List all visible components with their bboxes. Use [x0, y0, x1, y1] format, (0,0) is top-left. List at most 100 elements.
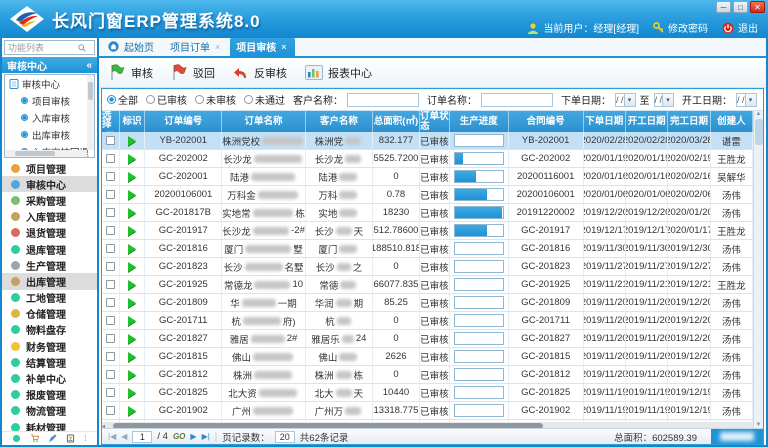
反审核-button[interactable]: 反审核	[233, 65, 287, 81]
radio-未审核[interactable]: 未审核	[195, 92, 236, 107]
row-checkbox[interactable]	[106, 298, 115, 307]
table-row[interactable]: GC-201825北大资北大天10440已审核GC-2018252019/11/…	[102, 384, 753, 402]
row-checkbox[interactable]	[106, 172, 115, 181]
报表中心-button[interactable]: 报表中心	[305, 65, 372, 81]
sidebar-panel-header[interactable]: 审核中心 «	[2, 57, 97, 73]
column-header-下单日期[interactable]: 下单日期	[584, 111, 626, 132]
sidebar-item-耗材管理[interactable]: 耗材管理	[2, 419, 97, 431]
sidebar-item-补单中心[interactable]: 补单中心	[2, 370, 97, 386]
sidebar-item-物料盘存[interactable]: 物料盘存	[2, 322, 97, 338]
column-header-订单名称[interactable]: 订单名称	[222, 111, 306, 132]
table-row[interactable]: GC-201815佛山佛山2626已审核GC-2018152019/11/202…	[102, 348, 753, 366]
sidebar-item-仓储管理[interactable]: 仓储管理	[2, 306, 97, 322]
order-date-to-picker[interactable]: / /▾	[654, 93, 675, 107]
tree-root-node[interactable]: 审核中心	[5, 75, 94, 92]
minimize-button[interactable]: ─	[716, 1, 731, 13]
tree-vertical-scrollbar[interactable]	[87, 75, 94, 150]
pen-icon[interactable]	[48, 434, 57, 443]
sidebar-item-出库管理[interactable]: 出库管理	[2, 273, 97, 289]
tab-项目审核[interactable]: 项目审核×	[230, 38, 294, 56]
sidebar-item-物流管理[interactable]: 物流管理	[2, 403, 97, 419]
sidebar-item-项目管理[interactable]: 项目管理	[2, 160, 97, 176]
tree-horizontal-scrollbar[interactable]	[5, 150, 87, 157]
vertical-scrollbar[interactable]: ▲ ▼	[753, 111, 763, 428]
驳回-button[interactable]: 驳回	[171, 64, 215, 81]
tab-项目订单[interactable]: 项目订单×	[164, 38, 228, 56]
row-checkbox[interactable]	[106, 280, 115, 289]
scroll-up-icon[interactable]: ▲	[756, 111, 762, 117]
book-icon[interactable]	[66, 434, 75, 443]
row-checkbox[interactable]	[106, 262, 115, 271]
table-row[interactable]: YB-202001株洲党校株洲党832.177已审核YB-2020012020/…	[102, 132, 753, 150]
sidebar-item-工地管理[interactable]: 工地管理	[2, 290, 97, 306]
row-checkbox[interactable]	[106, 370, 115, 379]
radio-全部[interactable]: 全部	[107, 92, 138, 107]
radio-未通过[interactable]: 未通过	[244, 92, 285, 107]
maximize-button[interactable]: □	[733, 1, 748, 13]
row-checkbox[interactable]	[106, 136, 115, 145]
change-password-link[interactable]: 修改密码	[653, 20, 708, 35]
function-search-input[interactable]	[8, 43, 78, 53]
table-row[interactable]: GC-201823长沙名墅长沙之0已审核GC-2018232019/11/272…	[102, 258, 753, 276]
radio-已审核[interactable]: 已审核	[146, 92, 187, 107]
sidebar-item-退货管理[interactable]: 退货管理	[2, 225, 97, 241]
table-row[interactable]: GC-201902广州广州万13318.775已审核GC-2019022019/…	[102, 402, 753, 420]
sidebar-item-退库管理[interactable]: 退库管理	[2, 241, 97, 257]
start-date-picker[interactable]: / /▾	[736, 93, 757, 107]
row-checkbox[interactable]	[106, 154, 115, 163]
sidebar-item-报废管理[interactable]: 报废管理	[2, 387, 97, 403]
order-name-input[interactable]	[481, 93, 553, 107]
go-button[interactable]: GO	[173, 432, 185, 441]
row-checkbox[interactable]	[106, 316, 115, 325]
审核-button[interactable]: 审核	[109, 64, 153, 81]
order-date-from-picker[interactable]: / /▾	[615, 93, 636, 107]
tab-close-icon[interactable]: ×	[281, 42, 286, 52]
table-row[interactable]: GC-202002长沙龙长沙龙65525.7200..已审核GC-2020022…	[102, 150, 753, 168]
more-icon[interactable]: ⁞	[84, 435, 86, 443]
column-header-生产进度[interactable]: 生产进度	[450, 111, 509, 132]
row-checkbox[interactable]	[106, 208, 115, 217]
row-checkbox[interactable]	[106, 406, 115, 415]
tab-起始页[interactable]: 起始页	[102, 38, 162, 56]
column-header-选择[interactable]: 选择	[102, 111, 120, 132]
row-checkbox[interactable]	[106, 190, 115, 199]
table-row[interactable]: GC-201812株洲株洲栋0已审核GC-2018122019/11/20201…	[102, 366, 753, 384]
sidebar-item-审核中心[interactable]: 审核中心	[2, 176, 97, 192]
column-header-订单编号[interactable]: 订单编号	[145, 111, 222, 132]
page-number-input[interactable]	[132, 431, 152, 443]
tree-item-入库审核[interactable]: 入库审核	[5, 109, 94, 126]
column-header-订单状态[interactable]: 订单状态	[420, 111, 450, 132]
sidebar-item-入库管理[interactable]: 入库管理	[2, 209, 97, 225]
column-header-完工日期[interactable]: 完工日期	[668, 111, 710, 132]
table-row[interactable]: 20200106001万科金万科0.78已审核202001060012020/0…	[102, 186, 753, 204]
vscroll-thumb[interactable]	[755, 119, 763, 145]
table-row[interactable]: GC-201816厦门墅厦门188510.818已审核GC-2018162019…	[102, 240, 753, 258]
next-page-button[interactable]: ▶	[190, 433, 196, 441]
row-checkbox[interactable]	[106, 388, 115, 397]
last-page-button[interactable]: ▶|	[202, 433, 210, 441]
customer-name-input[interactable]	[347, 93, 419, 107]
table-row[interactable]: GC-201809华一期华润期85.25已审核GC-2018092019/11/…	[102, 294, 753, 312]
table-row[interactable]: GC-201925常德龙10常德266077.835..已审核GC-201925…	[102, 276, 753, 294]
green-dot-icon[interactable]	[12, 434, 21, 443]
function-search[interactable]	[4, 40, 95, 55]
first-page-button[interactable]: |◀	[108, 433, 116, 441]
column-header-创建人[interactable]: 创建人	[711, 111, 753, 132]
chevron-down-icon[interactable]: ▾	[624, 94, 635, 106]
column-header-标识[interactable]: 标识	[120, 111, 146, 132]
page-size-input[interactable]	[275, 431, 295, 443]
sidebar-item-结算管理[interactable]: 结算管理	[2, 354, 97, 370]
tree-item-项目审核[interactable]: 项目审核	[5, 92, 94, 109]
chevron-down-icon[interactable]: ▾	[745, 94, 756, 106]
tab-close-icon[interactable]: ×	[215, 42, 220, 52]
column-header-开工日期[interactable]: 开工日期	[626, 111, 668, 132]
cart-icon[interactable]	[30, 434, 39, 443]
row-checkbox[interactable]	[106, 226, 115, 235]
table-row[interactable]: GC-201917长沙龙-2#长沙天8512.78600..已审核GC-2019…	[102, 222, 753, 240]
column-header-客户名称[interactable]: 客户名称	[306, 111, 373, 132]
sidebar-item-采购管理[interactable]: 采购管理	[2, 192, 97, 208]
row-checkbox[interactable]	[106, 352, 115, 361]
logout-link[interactable]: 退出	[722, 20, 758, 35]
row-checkbox[interactable]	[106, 334, 115, 343]
close-button[interactable]: ✕	[750, 1, 765, 13]
